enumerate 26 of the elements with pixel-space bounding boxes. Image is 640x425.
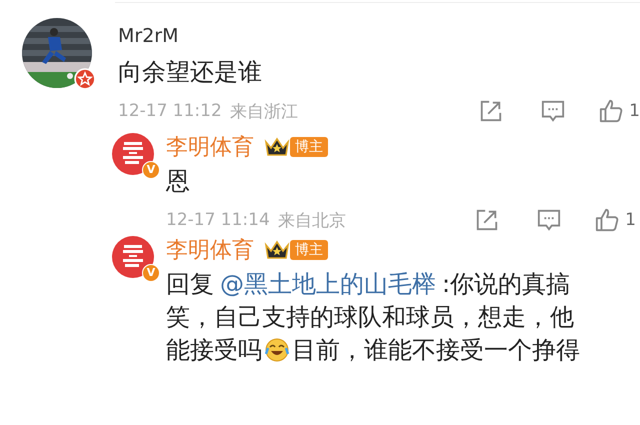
username[interactable]: Mr2rM xyxy=(118,25,178,47)
like-icon[interactable] xyxy=(595,208,620,232)
location: 来自浙江 xyxy=(230,100,298,122)
username[interactable]: 李明体育 xyxy=(166,235,254,265)
comment-text: 向余望还是谁 xyxy=(118,57,263,88)
comment-text: 回复 @黑土地上的山毛榉 :你说的真搞笑，自己支持的球队和球员，想走，他能接受吗 目前，谁能不接受一个挣得 xyxy=(166,269,581,366)
crown-icon xyxy=(264,136,290,158)
timestamp: 12-17 11:12 xyxy=(118,101,222,121)
verified-badge: V xyxy=(142,161,160,179)
crown-icon xyxy=(264,239,290,261)
share-icon[interactable] xyxy=(475,208,500,232)
comment-text: 恩 xyxy=(166,166,191,197)
comment-icon[interactable] xyxy=(541,99,566,123)
timestamp: 12-17 11:14 xyxy=(166,210,270,230)
blogger-badge: 博主 xyxy=(290,137,328,157)
like-count: 1 xyxy=(625,210,636,230)
laughing-emoji-icon xyxy=(265,338,289,362)
username[interactable]: 李明体育 xyxy=(166,132,254,162)
blogger-badge: 博主 xyxy=(290,240,328,260)
share-icon[interactable] xyxy=(479,99,504,123)
like-icon[interactable] xyxy=(599,99,624,123)
like-count: 1 xyxy=(629,101,640,121)
location: 来自北京 xyxy=(278,210,346,232)
verified-badge: V xyxy=(142,264,160,282)
star-badge-icon xyxy=(74,68,96,90)
comment-icon[interactable] xyxy=(537,208,562,232)
